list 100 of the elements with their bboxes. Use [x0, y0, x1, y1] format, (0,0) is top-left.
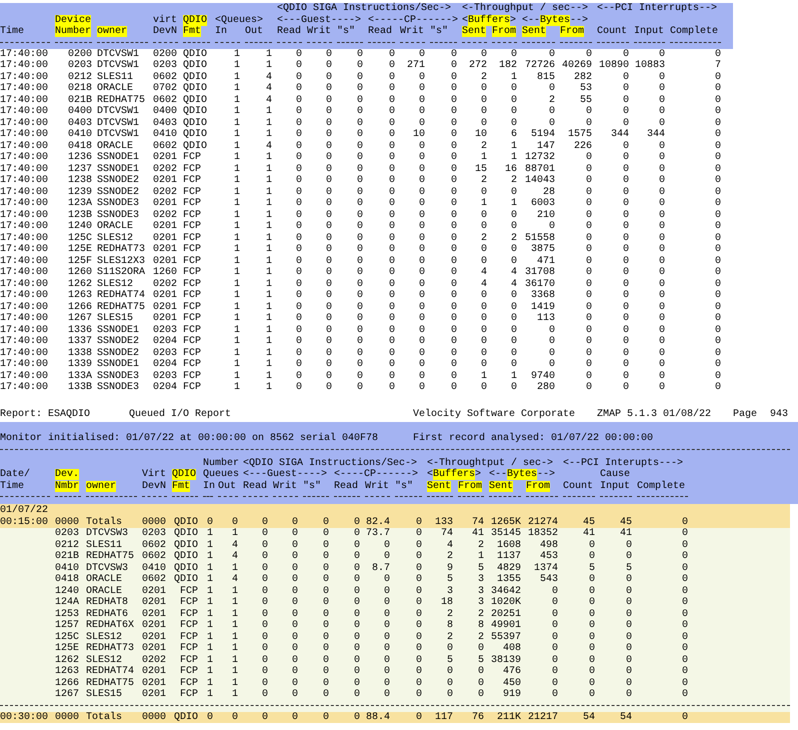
table-cell-text: 0	[294, 106, 303, 118]
table-cell-text: ORACLE	[97, 221, 134, 232]
column-header: Out	[218, 480, 238, 492]
table-cell-text: 0	[206, 516, 214, 528]
table-cell-text: 0	[480, 106, 488, 118]
table-cell-text: SSNODE1	[97, 359, 140, 370]
table-cell-text: 1	[232, 256, 241, 267]
table-cell-text: FCP	[178, 597, 199, 608]
table-cell-text: 0	[714, 129, 722, 140]
table-cell-text: 0	[680, 528, 689, 540]
table-cell-text: 0	[658, 244, 666, 256]
table-cell-text: 0	[622, 313, 630, 324]
table-cell-text: 0	[382, 551, 391, 562]
table-cell-text: 0410	[55, 562, 80, 574]
table-cell-text: QDIO	[183, 83, 208, 94]
table-cell-text: 0602	[153, 94, 178, 106]
table-cell-text: 0	[588, 608, 596, 620]
table-cell-text: 271	[406, 60, 426, 72]
column-group-header: <-Throughput / sec-->	[462, 3, 590, 14]
table-cell-text: 0	[352, 689, 361, 700]
table-cell-text: 211K	[496, 712, 522, 723]
table-cell-text: 0	[658, 290, 666, 302]
table-cell-text: 0	[294, 290, 303, 302]
table-cell-text: 0	[322, 678, 330, 689]
table-cell-text: 1	[232, 198, 241, 210]
table-cell-text: 0	[388, 118, 396, 129]
table-cell-text: 0	[624, 608, 633, 620]
table-cell-text: 0	[680, 516, 689, 528]
table-cell-text: 0	[382, 632, 391, 643]
table-cell-text: 0	[584, 336, 593, 348]
table-cell-text: 0	[388, 302, 396, 313]
table-cell-text: 0	[294, 164, 303, 175]
table-cell-text: 1	[264, 175, 273, 186]
table-cell-text: 1	[264, 210, 273, 221]
table-cell-text: 0	[356, 94, 364, 106]
table-cell-text: 0	[260, 678, 269, 689]
table-cell-text: 117	[434, 712, 454, 723]
table-cell-text: 0	[414, 620, 423, 632]
table-cell-text: 0	[388, 348, 396, 359]
table-cell-text: 0201	[153, 302, 178, 313]
table-cell-text: 0	[324, 244, 333, 256]
table-cell-text: 1	[206, 666, 214, 678]
table-cell-text: 0	[324, 324, 333, 336]
table-cell-text: 1260	[153, 267, 178, 278]
table-cell-text: 0203	[142, 528, 168, 540]
table-cell-text: 0	[622, 210, 630, 221]
table-cell-text: ORACLE	[86, 574, 124, 586]
table-cell-text: 0	[414, 562, 423, 574]
table-cell-text: DTCVSW3	[86, 528, 130, 540]
table-cell-text: 133B	[66, 382, 93, 394]
table-cell-text: 0	[658, 382, 666, 394]
table-cell-text: 00:15:00	[0, 516, 50, 528]
table-cell-text: 74	[440, 528, 454, 540]
column-group-header: <-Throughtput / sec->	[427, 458, 554, 468]
table-cell-text: 133	[434, 516, 454, 528]
table-cell-text: 0	[680, 678, 689, 689]
table-cell-text: 17:40:00	[0, 152, 50, 164]
table-cell-text: 0	[548, 106, 556, 118]
table-cell-text: 1	[264, 290, 273, 302]
table-cell-text: 0	[584, 256, 593, 267]
table-cell-text: 0	[414, 632, 423, 643]
table-cell-text: 17:40:00	[0, 313, 50, 324]
table-cell-text: 0	[622, 175, 630, 186]
table-cell-text: 2	[446, 632, 454, 643]
table-cell-text: QDIO	[183, 118, 208, 129]
table-cell-text: 1	[510, 370, 518, 382]
column-header: owner	[86, 480, 118, 492]
table-cell-text: 17:40:00	[0, 118, 50, 129]
table-cell-text: 0	[322, 540, 330, 551]
table-cell-text: 0	[550, 678, 559, 689]
table-cell-text: 3875	[530, 244, 556, 256]
table-cell-text: QDIO	[172, 562, 199, 574]
table-cell-text: 0	[550, 597, 559, 608]
table-cell-text: 41	[470, 528, 485, 540]
column-header: Time	[0, 26, 26, 38]
table-cell-text: FCP	[183, 302, 202, 313]
table-cell-text: QDIO	[183, 140, 208, 152]
table-cell-text: 0	[480, 290, 488, 302]
table-cell-text: 1	[230, 689, 239, 700]
table-cell-text: 0	[550, 608, 559, 620]
table-cell-text: 1	[232, 210, 241, 221]
table-cell-text: 55	[578, 94, 593, 106]
table-cell-text: 1	[206, 654, 214, 666]
table-cell-text: 1	[264, 278, 273, 290]
table-cell-text: 543	[538, 574, 559, 586]
table-cell-text: 0202	[153, 278, 178, 290]
table-cell-text: 124A	[55, 597, 80, 608]
column-header: DevN	[142, 480, 168, 492]
column-header: Writ	[307, 26, 332, 38]
table-cell-text: 1	[264, 302, 273, 313]
table-cell-text: 0203	[55, 528, 80, 540]
table-cell-text: 0	[324, 370, 333, 382]
table-cell-text: 1	[232, 278, 241, 290]
table-cell-text: 0	[324, 164, 333, 175]
table-cell-text: 0	[290, 712, 299, 723]
table-cell-text: 0	[388, 359, 396, 370]
table-cell-text: 0	[294, 129, 303, 140]
table-cell-text: 0	[680, 632, 689, 643]
column-header: Read	[368, 26, 394, 38]
table-cell-text: 1	[232, 118, 241, 129]
